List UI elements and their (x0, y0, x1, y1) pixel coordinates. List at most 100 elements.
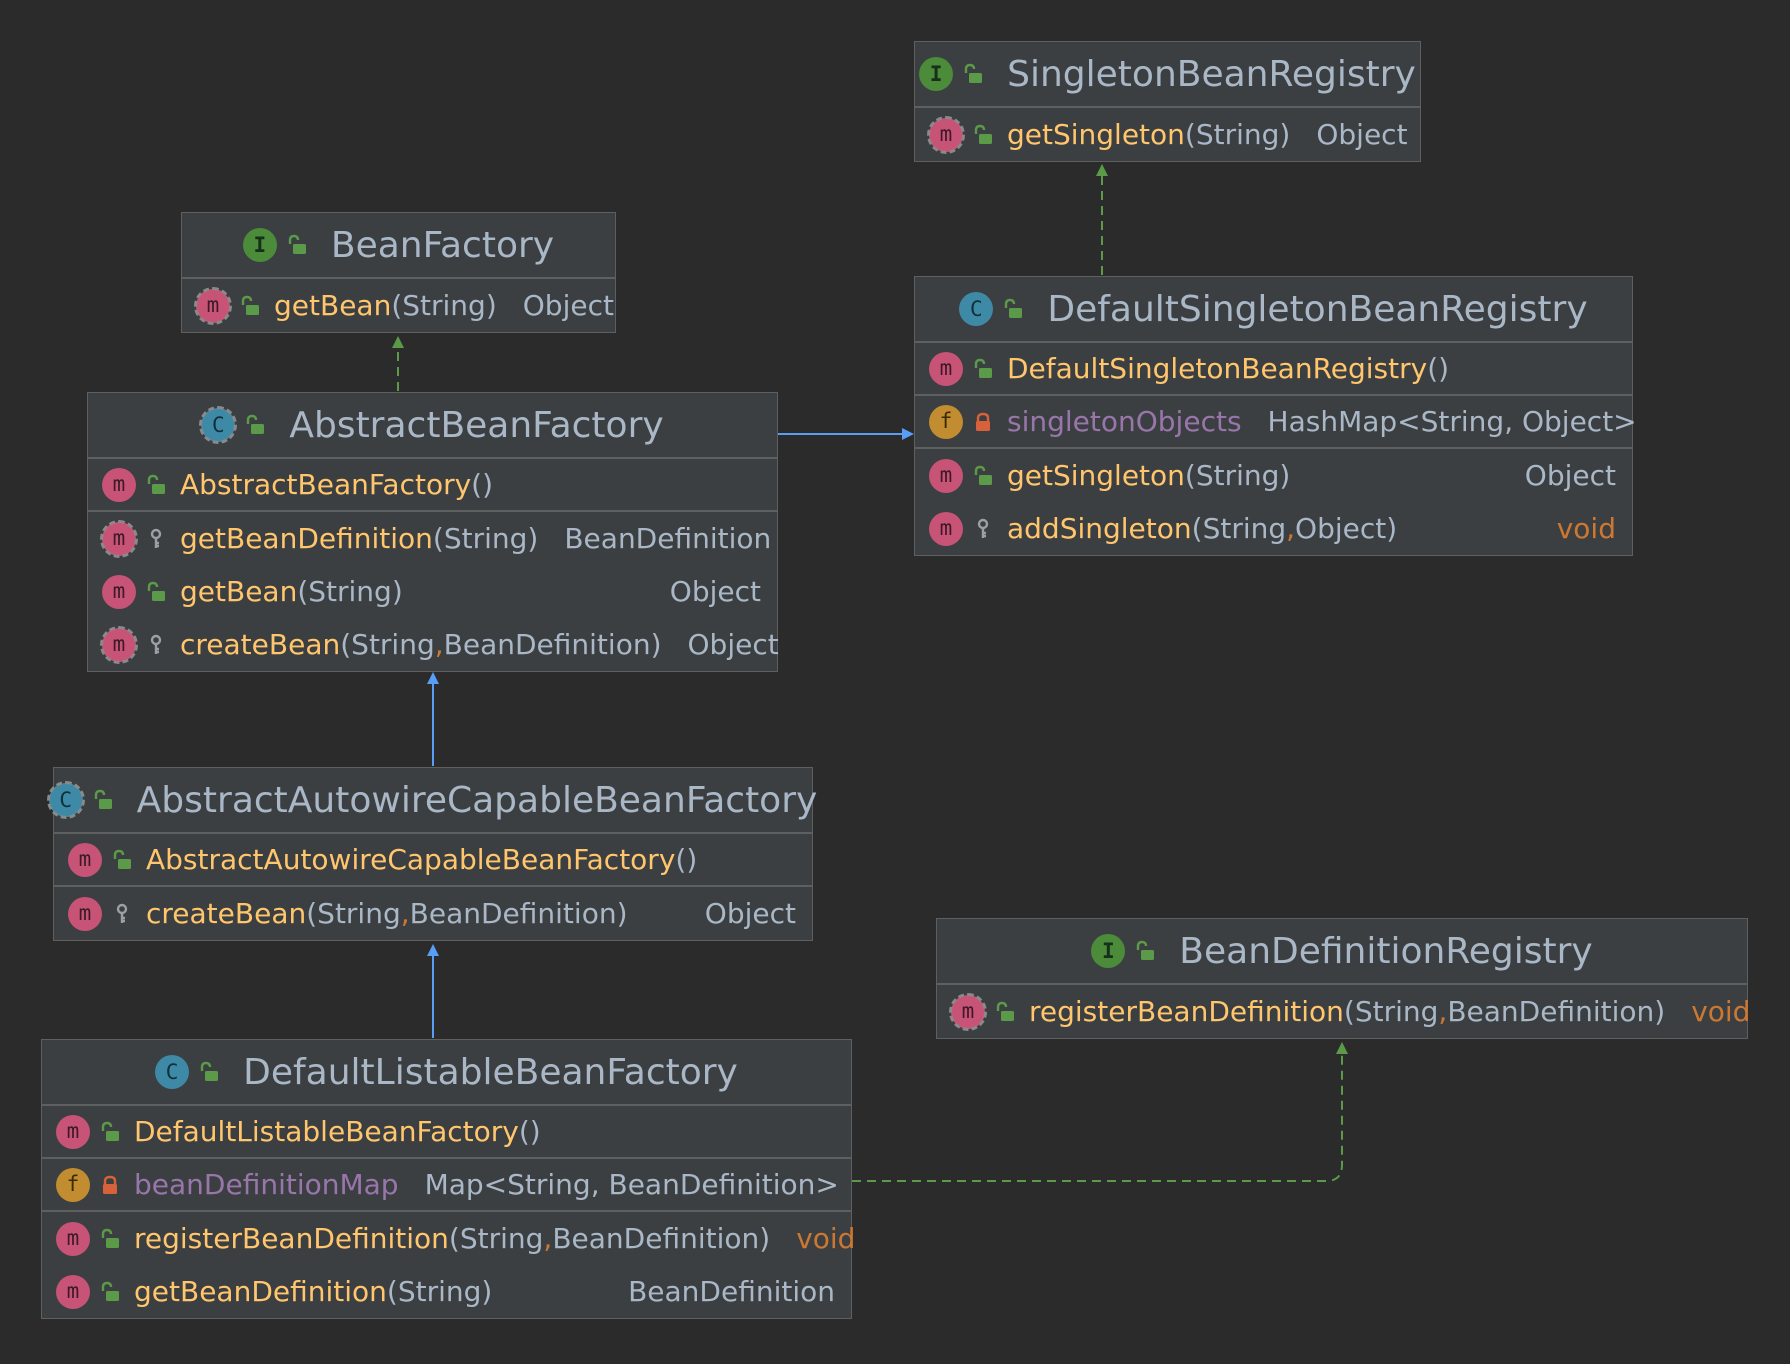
class-header[interactable]: C DefaultListableBeanFactory (42, 1040, 851, 1106)
paren-close: ) (527, 522, 539, 555)
param-type: String (351, 628, 435, 661)
method-name: AbstractAutowireCapableBeanFactory (146, 843, 676, 876)
param-type: String (1202, 512, 1287, 545)
header-badges: I (919, 57, 985, 91)
param-type: String (397, 1275, 482, 1308)
class-header[interactable]: I SingletonBeanRegistry (915, 42, 1420, 108)
constructor-row[interactable]: m DefaultSingletonBeanRegistry() (915, 343, 1632, 396)
paren-close: ) (391, 575, 403, 608)
field-name: singletonObjects (1007, 405, 1242, 438)
method-icon: m (68, 896, 102, 931)
method-name: getBean (274, 289, 392, 322)
key-icon (144, 527, 168, 551)
paren-close: ) (482, 468, 494, 501)
method-icon: m (102, 574, 136, 609)
class-box-abstract-bean-factory[interactable]: C AbstractBeanFactory m AbstractBeanFactory… (87, 392, 779, 672)
open-lock-icon (971, 357, 995, 381)
paren-open: ( (340, 628, 352, 661)
member-icons: m (68, 842, 134, 877)
method-name: createBean (180, 628, 341, 661)
class-header[interactable]: C AbstractAutowireCapableBeanFactory (46, 768, 817, 834)
return-type: Object (687, 628, 779, 661)
param-comma: , (1286, 512, 1296, 545)
method-row[interactable]: m createBean(String, BeanDefinition) Objec… (54, 887, 812, 940)
class-box-default-listable-bean-factory[interactable]: C DefaultListableBeanFactory m DefaultLista… (41, 1039, 855, 1319)
method-row[interactable]: m registerBeanDefinition(String, BeanDefi… (937, 985, 1750, 1038)
member-icons: m (949, 992, 1017, 1031)
method-row[interactable]: m getSingleton(String) Object (915, 449, 1632, 502)
key-icon (110, 902, 134, 926)
member-icons: m (102, 467, 168, 502)
paren-close: ) (481, 1275, 493, 1308)
class-name: BeanDefinitionRegistry (1179, 930, 1593, 972)
abstract-method-icon: m (927, 115, 965, 154)
member-icons: f (929, 404, 995, 439)
method-row[interactable]: m getBean(String) Object (182, 279, 615, 332)
class-header[interactable]: C DefaultSingletonBeanRegistry (915, 277, 1632, 343)
open-lock-icon (98, 1227, 122, 1251)
method-name: DefaultListableBeanFactory (134, 1115, 519, 1148)
method-name: getBeanDefinition (134, 1275, 387, 1308)
method-icon: m (929, 351, 963, 386)
abstract-class-icon: C (199, 406, 238, 444)
class-name: DefaultSingletonBeanRegistry (1047, 288, 1588, 330)
field-row[interactable]: f singletonObjects HashMap<String, Object> (915, 396, 1637, 449)
paren-open: ( (471, 468, 483, 501)
open-lock-icon (110, 848, 134, 872)
open-lock-icon (98, 1120, 122, 1144)
paren-close: ) (1279, 459, 1291, 492)
constructor-row[interactable]: m DefaultListableBeanFactory() (42, 1106, 851, 1159)
class-header[interactable]: I BeanFactory (182, 213, 615, 279)
member-icons: m (929, 351, 995, 386)
member-icons: m (102, 574, 168, 609)
open-lock-icon (197, 1060, 221, 1084)
method-row[interactable]: m getBeanDefinition(String) BeanDefinition (88, 512, 777, 565)
method-name: AbstractBeanFactory (180, 468, 472, 501)
interface-icon: I (919, 57, 954, 91)
class-box-default-singleton-bean-registry[interactable]: C DefaultSingletonBeanRegistry m DefaultSin… (914, 276, 1637, 556)
abstract-class-icon: C (46, 781, 85, 819)
class-box-bean-factory[interactable]: I BeanFactory m getBean(String) Object (181, 212, 616, 333)
method-name: getSingleton (1007, 118, 1185, 151)
abstract-method-icon: m (194, 286, 232, 325)
method-icon: m (56, 1221, 90, 1256)
open-lock-icon (243, 413, 267, 437)
header-badges: C (199, 406, 267, 444)
method-row[interactable]: m getBean(String) Object (88, 565, 777, 618)
header-badges: C (155, 1055, 221, 1089)
paren-open: ( (432, 522, 444, 555)
method-icon: m (56, 1274, 90, 1309)
method-row[interactable]: m getSingleton(String) Object (915, 108, 1420, 161)
class-box-bean-definition-registry[interactable]: I BeanDefinitionRegistry m registerBeanDefi… (936, 918, 1750, 1039)
method-row[interactable]: m addSingleton(String, Object) void (915, 502, 1632, 555)
open-lock-icon (1133, 939, 1157, 963)
open-lock-icon (91, 788, 115, 812)
method-name: getBeanDefinition (180, 522, 433, 555)
param-type: String (443, 522, 528, 555)
header-badges: C (959, 292, 1025, 326)
class-name: AbstractBeanFactory (289, 404, 664, 446)
param-type: String (1195, 118, 1280, 151)
open-lock-icon (238, 294, 262, 318)
method-row[interactable]: m createBean(String, BeanDefinition) Objec… (88, 618, 779, 671)
method-row[interactable]: m getBeanDefinition(String) BeanDefinition (42, 1265, 851, 1318)
open-lock-icon (971, 123, 995, 147)
field-row[interactable]: f beanDefinitionMap Map<String, BeanDefini… (42, 1159, 851, 1212)
return-type: Object (669, 575, 761, 608)
constructor-row[interactable]: m AbstractAutowireCapableBeanFactory() (54, 834, 812, 887)
method-icon: m (56, 1114, 90, 1149)
class-box-singleton-bean-registry[interactable]: I SingletonBeanRegistry m getSingleton(Stri… (914, 41, 1421, 162)
method-name: getSingleton (1007, 459, 1185, 492)
return-type: Object (1524, 459, 1616, 492)
lock-icon (971, 410, 995, 434)
paren-close: ) (1386, 512, 1398, 545)
constructor-row[interactable]: m AbstractBeanFactory() (88, 459, 777, 512)
param-type: BeanDefinition (552, 1222, 760, 1255)
member-icons: m (929, 458, 995, 493)
class-header[interactable]: I BeanDefinitionRegistry (937, 919, 1747, 985)
class-header[interactable]: C AbstractBeanFactory (88, 393, 777, 459)
class-box-abstract-autowire-capable-bean-factory[interactable]: C AbstractAutowireCapableBeanFactory m Abst… (46, 767, 817, 941)
method-row[interactable]: m registerBeanDefinition(String, BeanDefi… (42, 1212, 855, 1265)
field-type: Map<String, BeanDefinition> (424, 1168, 839, 1201)
return-type: BeanDefinition (564, 522, 772, 555)
